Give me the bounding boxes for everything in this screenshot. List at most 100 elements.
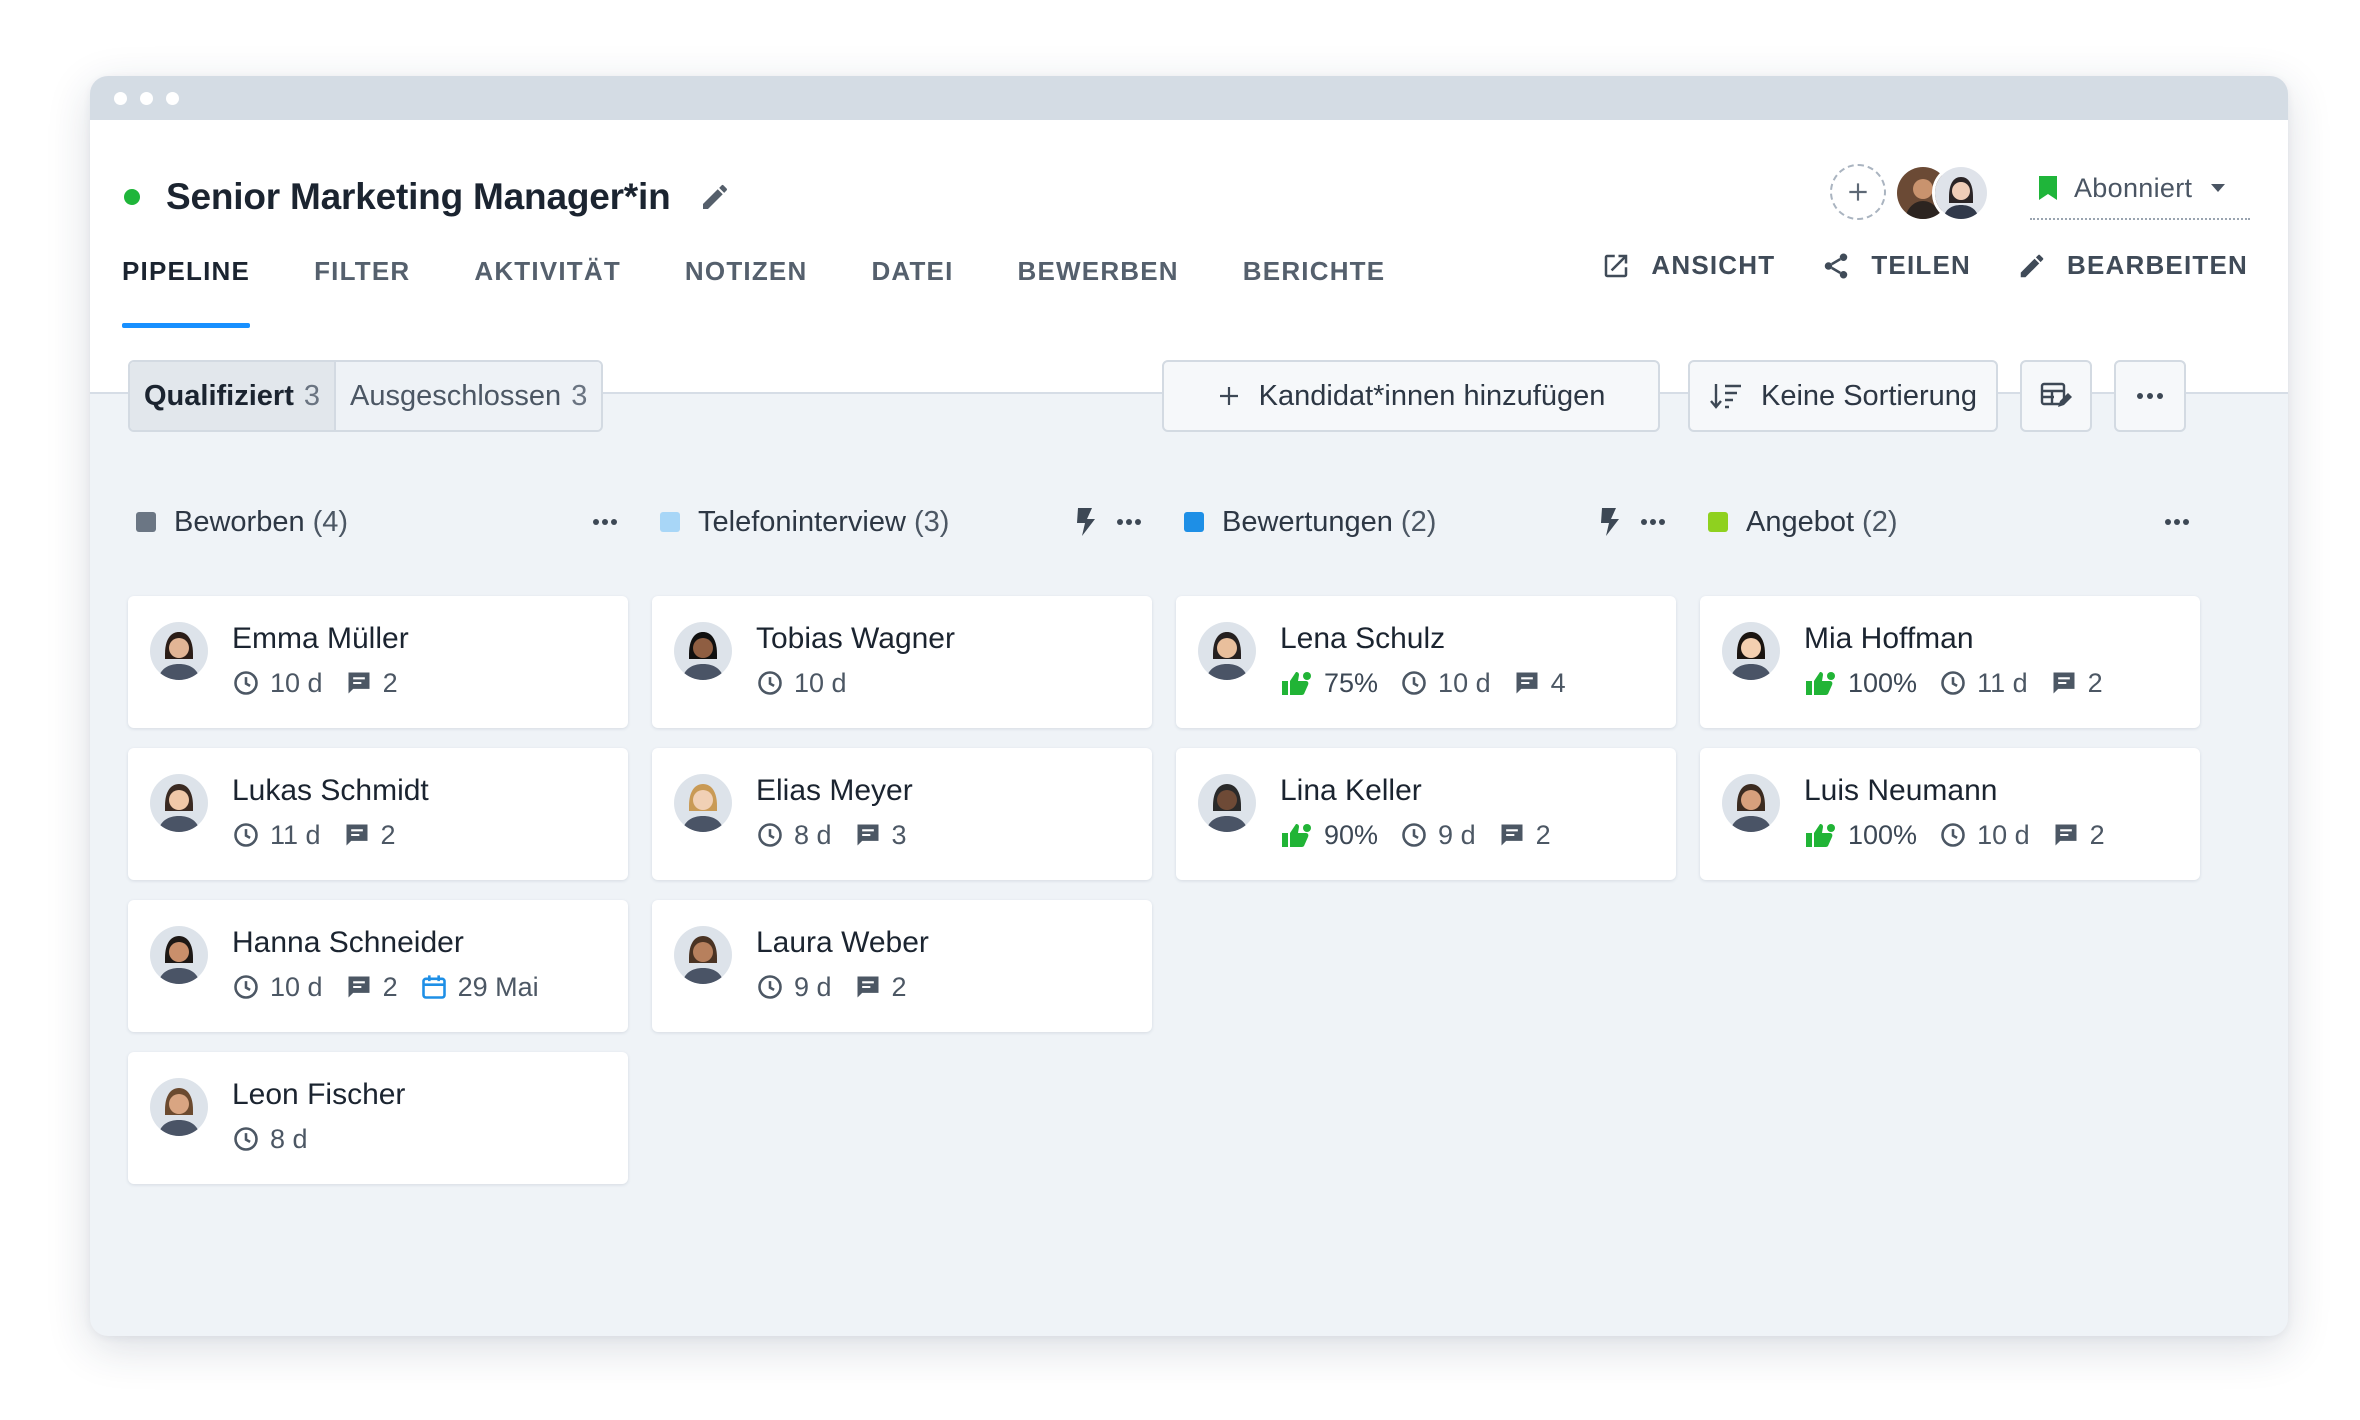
segment-excluded[interactable]: Ausgeschlossen 3	[336, 362, 602, 430]
score-value: 90%	[1324, 819, 1379, 850]
score-value: 100%	[1848, 819, 1918, 850]
comments-value: 2	[382, 971, 398, 1002]
candidate-avatar	[150, 1078, 208, 1136]
tab-file[interactable]: DATEI	[871, 256, 953, 328]
days-value: 9 d	[794, 971, 832, 1002]
subscribe-dropdown[interactable]: Abonniert	[2030, 164, 2250, 220]
stage-count: (4)	[312, 505, 349, 538]
time-in-stage: 9 d	[756, 972, 832, 1003]
comment-count: 2	[345, 668, 398, 699]
clock-icon	[234, 823, 258, 847]
share-button[interactable]: TEILEN	[1821, 250, 1971, 281]
window-dot	[140, 91, 153, 105]
clock-icon	[1941, 823, 1965, 847]
tab-filter[interactable]: FILTER	[314, 256, 410, 328]
candidate-name: Lina Keller	[1280, 774, 1422, 807]
candidate-card[interactable]: Lukas Schmidt 11 d 2	[128, 748, 628, 880]
time-in-stage: 10 d	[1939, 820, 2030, 851]
avatar[interactable]	[1932, 164, 1990, 222]
candidate-name: Luis Neumann	[1804, 774, 1998, 807]
candidate-card[interactable]: Hanna Schneider 10 d 2 29 Mai	[128, 900, 628, 1032]
pipeline-column: Bewertungen (2) Lena Schulz 75% 10 d 4 Lina Ke…	[1176, 490, 1676, 1184]
score-value: 100%	[1848, 667, 1918, 698]
pencil-icon	[2020, 254, 2044, 277]
candidate-name: Mia Hoffman	[1804, 622, 1974, 655]
candidate-meta: 75% 10 d 4	[1280, 666, 1588, 700]
stage-color-marker	[660, 512, 680, 532]
view-button[interactable]: ANSICHT	[1601, 250, 1775, 281]
candidate-name: Lena Schulz	[1280, 622, 1446, 655]
candidate-avatar	[150, 926, 208, 984]
time-in-stage: 8 d	[232, 1124, 308, 1155]
collaborator-avatars	[1894, 164, 1990, 222]
more-horizontal-icon[interactable]	[2164, 518, 2190, 526]
candidate-meta: 11 d 2	[232, 818, 418, 852]
candidate-avatar	[150, 622, 208, 680]
stage-name: Angebot	[1746, 505, 1855, 538]
column-tools	[592, 490, 618, 554]
candidate-card[interactable]: Luis Neumann 100% 10 d 2	[1700, 748, 2200, 880]
candidate-meta: 8 d	[232, 1122, 330, 1156]
candidate-card[interactable]: Elias Meyer 8 d 3	[652, 748, 1152, 880]
bookmark-icon	[2039, 176, 2057, 200]
candidate-card[interactable]: Leon Fischer 8 d	[128, 1052, 628, 1184]
tab-notes[interactable]: NOTIZEN	[685, 256, 808, 328]
edit-title-icon[interactable]	[699, 181, 731, 213]
stage-color-marker	[1184, 512, 1204, 532]
sort-icon	[1710, 384, 1741, 409]
clock-icon	[1402, 671, 1426, 695]
candidate-meta: 10 d 2	[232, 666, 420, 700]
automation-bolt-icon[interactable]	[1074, 506, 1098, 538]
candidate-card[interactable]: Tobias Wagner 10 d	[652, 596, 1152, 728]
edit-label: BEARBEITEN	[2066, 250, 2248, 280]
candidate-name: Emma Müller	[232, 622, 409, 655]
automation-bolt-icon[interactable]	[1598, 506, 1622, 538]
rating-score: 100%	[1804, 820, 1917, 851]
comment-icon	[1501, 824, 1523, 846]
sort-button[interactable]: Keine Sortierung	[1688, 360, 1998, 432]
external-link-icon	[1605, 254, 1628, 277]
job-title: Senior Marketing Manager*in	[166, 176, 671, 217]
candidate-card[interactable]: Lina Keller 90% 9 d 2	[1176, 748, 1676, 880]
add-collaborator-button[interactable]	[1830, 164, 1886, 220]
date-value: 29 Mai	[457, 971, 539, 1002]
board-settings-button[interactable]	[2020, 360, 2092, 432]
clock-icon	[758, 671, 782, 695]
rating-score: 90%	[1280, 820, 1378, 851]
add-candidates-button[interactable]: Kandidat*innen hinzufügen	[1162, 360, 1660, 432]
candidate-card[interactable]: Emma Müller 10 d 2	[128, 596, 628, 728]
pipeline-column: Angebot (2) Mia Hoffman 100% 11 d 2 Luis Neuma…	[1700, 490, 2200, 1184]
comments-value: 2	[1535, 819, 1551, 850]
clock-icon	[758, 975, 782, 999]
segment-qualified[interactable]: Qualifiziert 3	[130, 362, 336, 430]
pipeline-toolbar: Qualifiziert 3 Ausgeschlossen 3 Kandidat…	[128, 360, 2210, 434]
time-in-stage: 11 d	[232, 820, 321, 851]
candidate-meta: 90% 9 d 2	[1280, 818, 1573, 852]
app-window: Senior Marketing Manager*in Abonniert PI…	[90, 76, 2288, 1336]
candidate-avatar	[674, 926, 732, 984]
qualified-label: Qualifiziert	[144, 379, 294, 412]
candidate-card[interactable]: Mia Hoffman 100% 11 d 2	[1700, 596, 2200, 728]
tab-pipeline[interactable]: PIPELINE	[122, 256, 251, 328]
plus-icon	[1849, 183, 1867, 201]
more-horizontal-icon	[2137, 393, 2163, 399]
more-horizontal-icon[interactable]	[1116, 518, 1142, 526]
candidate-card[interactable]: Laura Weber 9 d 2	[652, 900, 1152, 1032]
candidate-card[interactable]: Lena Schulz 75% 10 d 4	[1176, 596, 1676, 728]
days-value: 11 d	[1977, 667, 2028, 698]
comments-value: 2	[382, 667, 398, 698]
candidate-meta: 100% 11 d 2	[1804, 666, 2125, 700]
thumbs-up-icon	[1806, 824, 1835, 847]
clock-icon	[234, 975, 258, 999]
more-horizontal-icon[interactable]	[1640, 518, 1666, 526]
comment-icon	[857, 976, 879, 998]
more-horizontal-icon[interactable]	[592, 518, 618, 526]
tab-activity[interactable]: AKTIVITÄT	[474, 256, 621, 328]
excluded-count: 3	[571, 379, 588, 412]
more-options-button[interactable]	[2114, 360, 2186, 432]
days-value: 10 d	[1977, 819, 2030, 850]
edit-button[interactable]: BEARBEITEN	[2017, 250, 2248, 281]
candidate-name: Tobias Wagner	[756, 622, 955, 655]
tab-apply[interactable]: BEWERBEN	[1018, 256, 1179, 328]
tab-reports[interactable]: BERICHTE	[1243, 256, 1386, 328]
